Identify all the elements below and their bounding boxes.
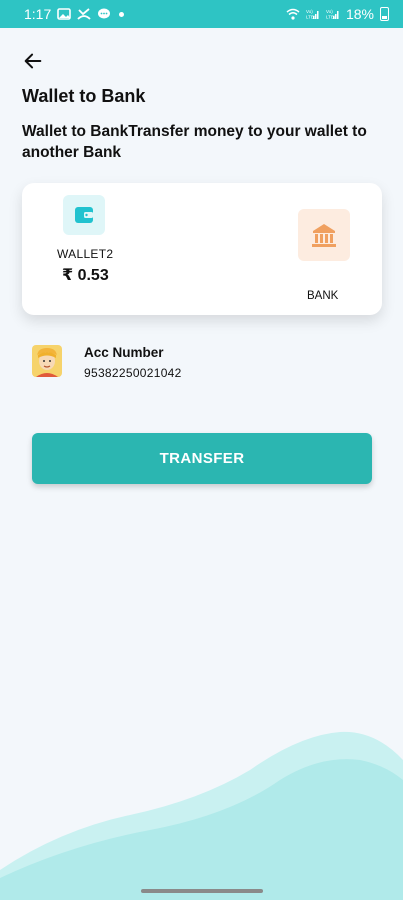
svg-text:Vo): Vo) [326,9,333,14]
decorative-wave [0,720,403,900]
volte-signal-icon-2: Vo) LTE2 [326,8,340,20]
bank-label: BANK [307,290,339,302]
battery-icon [380,7,389,21]
arrow-left-icon [24,53,42,69]
page-title: Wallet to Bank [22,86,146,106]
wallet-icon-box[interactable] [63,195,105,235]
bank-icon-box[interactable] [298,209,350,261]
transfer-card: WALLET2 ₹ 0.53 BANK [22,183,382,315]
message-icon [97,8,111,20]
status-time: 1:17 [24,6,52,22]
svg-text:LTE1: LTE1 [306,15,317,20]
svg-text:LTE2: LTE2 [326,15,337,20]
status-right: Vo) LTE1 Vo) LTE2 18% [286,6,389,22]
status-bar: 1:17 Vo) LTE1 Vo) LTE2 18% [0,0,403,28]
wallet-name: WALLET2 [57,247,114,261]
navigation-handle[interactable] [141,889,263,893]
gallery-icon [57,8,72,20]
transfer-button[interactable]: TRANSFER [32,433,372,484]
account-number: 95382250021042 [84,366,182,380]
back-button[interactable] [20,48,46,74]
wallet-balance: ₹ 0.53 [62,267,109,284]
user-avatar-icon [32,345,62,377]
svg-text:Vo): Vo) [306,9,313,14]
avatar [32,345,62,377]
notification-dot-icon [119,11,125,17]
volte-signal-icon: Vo) LTE1 [306,8,320,20]
bank-icon [312,224,336,247]
account-label: Acc Number [84,345,164,360]
missed-call-icon [77,8,91,20]
battery-percent: 18% [345,6,374,22]
page-description: Wallet to BankTransfer money to your wal… [22,123,367,161]
wallet-icon [75,207,93,223]
wifi-icon [286,8,300,20]
status-left: 1:17 [24,6,125,22]
